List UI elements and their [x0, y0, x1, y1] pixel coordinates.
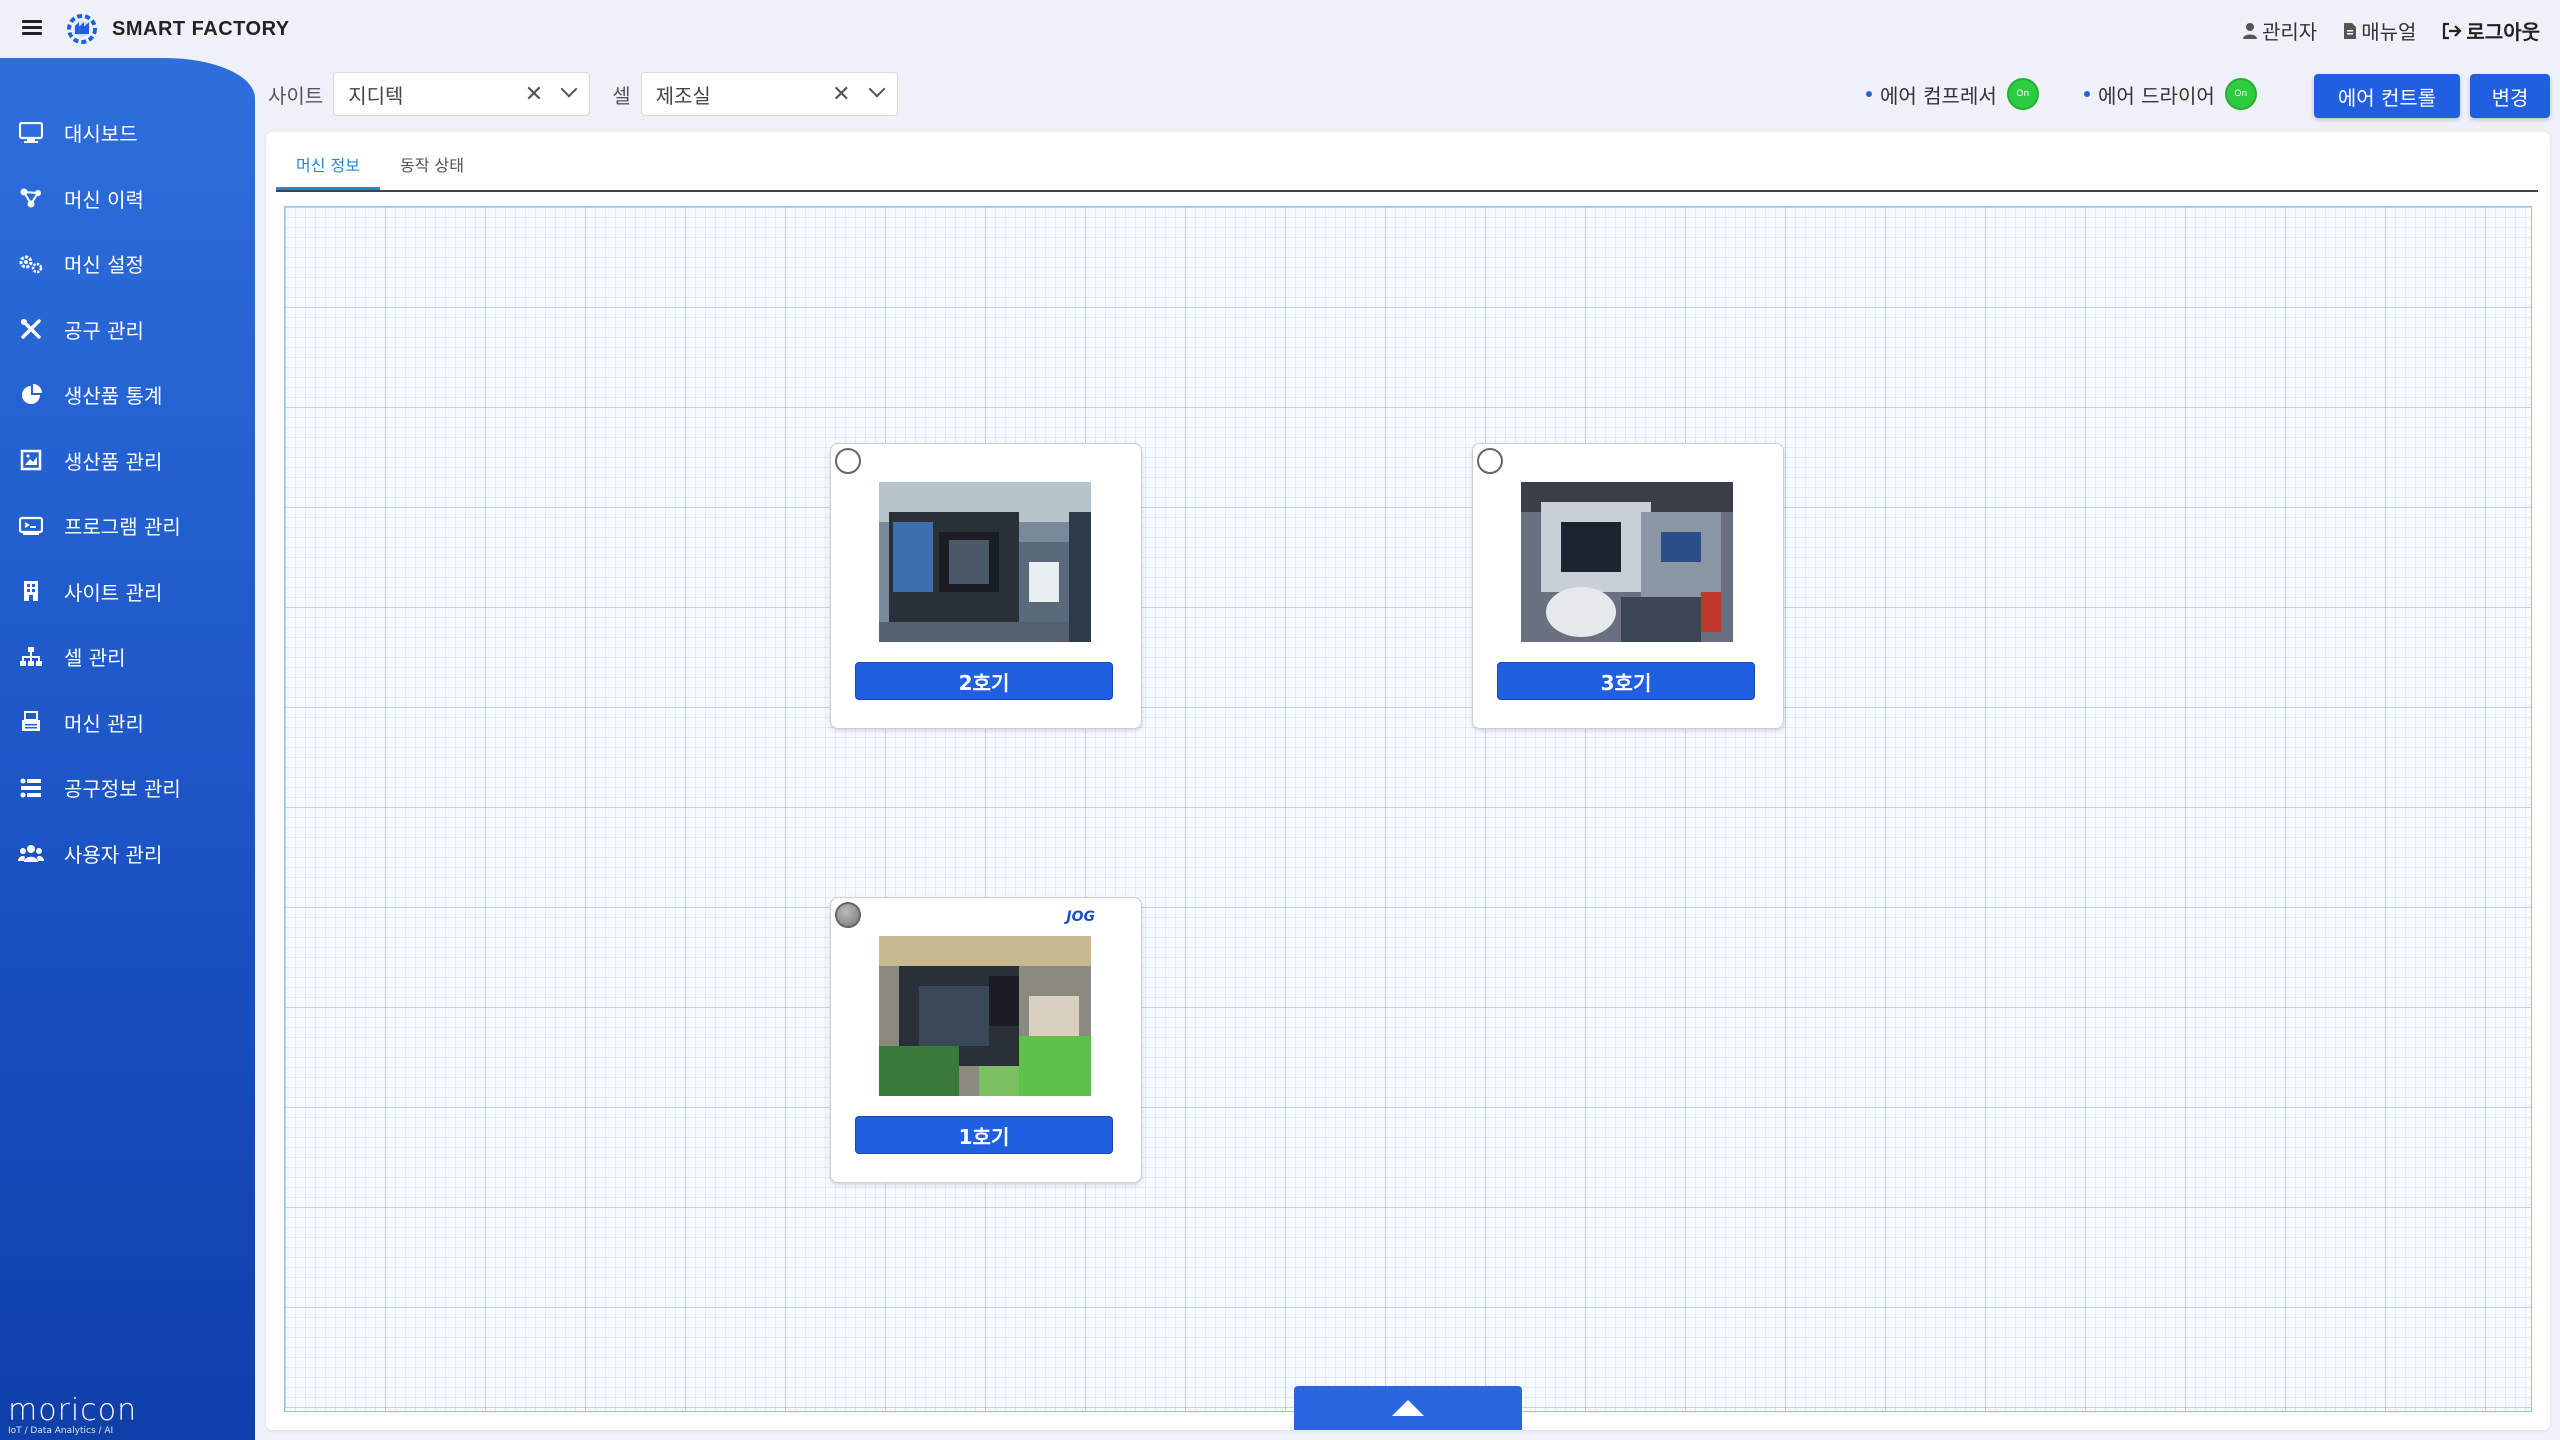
air-compressor-status: 에어 컴프레서 On	[1866, 78, 2039, 110]
document-icon	[2344, 22, 2357, 39]
sidebar-item-tool-info-management[interactable]: 공구정보 관리	[0, 755, 255, 821]
sidebar-item-label: 사용자 관리	[64, 842, 163, 867]
network-icon	[20, 188, 41, 208]
pie-chart-icon	[22, 383, 42, 404]
air-dryer-on-badge: On	[2224, 78, 2257, 110]
sidebar-item-program-management[interactable]: 프로그램 관리	[0, 493, 255, 559]
air-dryer-label: 에어 드라이어	[2098, 83, 2215, 108]
sidebar-nav: 대시보드 머신 이력 머신 설정 공구 관리 생산품 통계 생산품 관리 프로그…	[0, 100, 255, 886]
hamburger-menu-icon[interactable]	[22, 17, 42, 39]
top-bar: SMART FACTORY 관리자 매뉴얼 로그아웃	[0, 0, 2560, 58]
sidebar-item-label: 공구정보 관리	[64, 777, 181, 802]
sidebar: 대시보드 머신 이력 머신 설정 공구 관리 생산품 통계 생산품 관리 프로그…	[0, 58, 255, 1440]
gears-icon	[19, 255, 43, 273]
machine-photo	[879, 482, 1091, 642]
sidebar-item-label: 머신 이력	[64, 187, 144, 212]
main-panel: 머신 정보 동작 상태 2호기 3호기 JOG 1호기	[266, 132, 2550, 1430]
sidebar-item-label: 생산품 통계	[64, 384, 163, 409]
machine-name-button[interactable]: 3호기	[1497, 662, 1755, 700]
machine-status-indicator[interactable]	[835, 902, 861, 928]
sitemap-icon	[20, 646, 42, 666]
sidebar-item-product-stats[interactable]: 생산품 통계	[0, 362, 255, 428]
machine-name-button[interactable]: 1호기	[855, 1116, 1113, 1154]
machine-photo	[879, 936, 1091, 1096]
jog-mode-badge: JOG	[1066, 909, 1095, 925]
cell-label: 셀	[612, 83, 631, 108]
brand-title: SMART FACTORY	[112, 18, 290, 40]
cell-select-value: 제조실	[655, 83, 711, 108]
tools-icon	[21, 319, 41, 339]
sidebar-item-label: 생산품 관리	[64, 449, 163, 474]
footer-company-tagline: IoT / Data Analytics / AI	[8, 1426, 114, 1436]
air-control-button[interactable]: 에어 컨트롤	[2314, 74, 2460, 118]
sidebar-item-label: 대시보드	[64, 122, 138, 147]
machine-card-1[interactable]: JOG 1호기	[830, 897, 1142, 1183]
tab-operation-status[interactable]: 동작 상태	[380, 146, 484, 190]
admin-label: 관리자	[2261, 20, 2318, 44]
sidebar-item-label: 머신 관리	[64, 711, 144, 736]
terminal-icon	[19, 516, 43, 535]
tab-machine-info[interactable]: 머신 정보	[276, 146, 380, 190]
layout-grid-canvas: 2호기 3호기 JOG 1호기	[284, 206, 2532, 1412]
logout-label: 로그아웃	[2466, 20, 2540, 44]
site-select-value: 지디텍	[348, 83, 404, 108]
site-select[interactable]: 지디텍 ✕	[333, 72, 591, 116]
monitor-icon	[19, 121, 43, 143]
cell-select[interactable]: 제조실 ✕	[640, 72, 898, 116]
image-frame-icon	[20, 450, 42, 471]
sidebar-item-dashboard[interactable]: 대시보드	[0, 100, 255, 166]
site-label: 사이트	[268, 83, 324, 108]
printer-icon	[22, 711, 40, 732]
sidebar-item-cell-management[interactable]: 셀 관리	[0, 624, 255, 690]
footer-company-name: moricon	[8, 1393, 138, 1428]
sidebar-item-tool-management[interactable]: 공구 관리	[0, 297, 255, 363]
user-icon	[2242, 22, 2257, 39]
sidebar-item-machine-settings[interactable]: 머신 설정	[0, 231, 255, 297]
sidebar-item-product-management[interactable]: 생산품 관리	[0, 428, 255, 494]
tab-bar: 머신 정보 동작 상태	[276, 146, 2538, 192]
sidebar-item-label: 머신 설정	[64, 253, 144, 278]
logout-link[interactable]: 로그아웃	[2442, 16, 2540, 45]
manual-link[interactable]: 매뉴얼	[2343, 16, 2416, 45]
machine-name-button[interactable]: 2호기	[855, 662, 1113, 700]
air-compressor-label: 에어 컴프레서	[1880, 83, 1997, 108]
panel-toggle-button[interactable]	[1294, 1386, 1522, 1430]
tool-list-icon	[20, 778, 41, 798]
sidebar-item-label: 셀 관리	[64, 646, 126, 671]
machine-card-2[interactable]: 2호기	[830, 443, 1142, 729]
change-button[interactable]: 변경	[2470, 74, 2550, 118]
air-dryer-status: 에어 드라이어 On	[2084, 78, 2257, 110]
machine-status-indicator[interactable]	[1477, 448, 1503, 474]
machine-status-indicator[interactable]	[835, 448, 861, 474]
filter-row: 사이트 지디텍 ✕ 셀 제조실 ✕	[268, 72, 898, 116]
sidebar-item-machine-management[interactable]: 머신 관리	[0, 690, 255, 756]
chevron-up-icon	[1392, 1400, 1424, 1416]
cell-chevron-down-icon[interactable]	[868, 80, 886, 98]
building-icon	[24, 581, 38, 602]
machine-photo	[1521, 482, 1733, 642]
sidebar-item-user-management[interactable]: 사용자 관리	[0, 821, 255, 887]
logout-icon	[2443, 22, 2462, 39]
manual-label: 매뉴얼	[2361, 20, 2417, 44]
sidebar-item-label: 사이트 관리	[64, 580, 163, 605]
bullet-icon	[1866, 91, 1872, 97]
admin-link[interactable]: 관리자	[2242, 16, 2317, 45]
sidebar-item-site-management[interactable]: 사이트 관리	[0, 559, 255, 625]
sidebar-item-machine-history[interactable]: 머신 이력	[0, 166, 255, 232]
machine-card-3[interactable]: 3호기	[1472, 443, 1784, 729]
sidebar-item-label: 프로그램 관리	[64, 515, 181, 540]
site-chevron-down-icon[interactable]	[560, 80, 578, 98]
site-clear-icon[interactable]: ✕	[525, 82, 543, 107]
cell-clear-icon[interactable]: ✕	[832, 82, 850, 107]
users-icon	[18, 845, 44, 863]
smart-factory-logo-icon	[67, 14, 97, 44]
bullet-icon	[2084, 91, 2090, 97]
moricon-logo: moricon IoT / Data Analytics / AI	[8, 1393, 137, 1436]
sidebar-item-label: 공구 관리	[64, 318, 144, 343]
air-compressor-on-badge: On	[2006, 78, 2039, 110]
